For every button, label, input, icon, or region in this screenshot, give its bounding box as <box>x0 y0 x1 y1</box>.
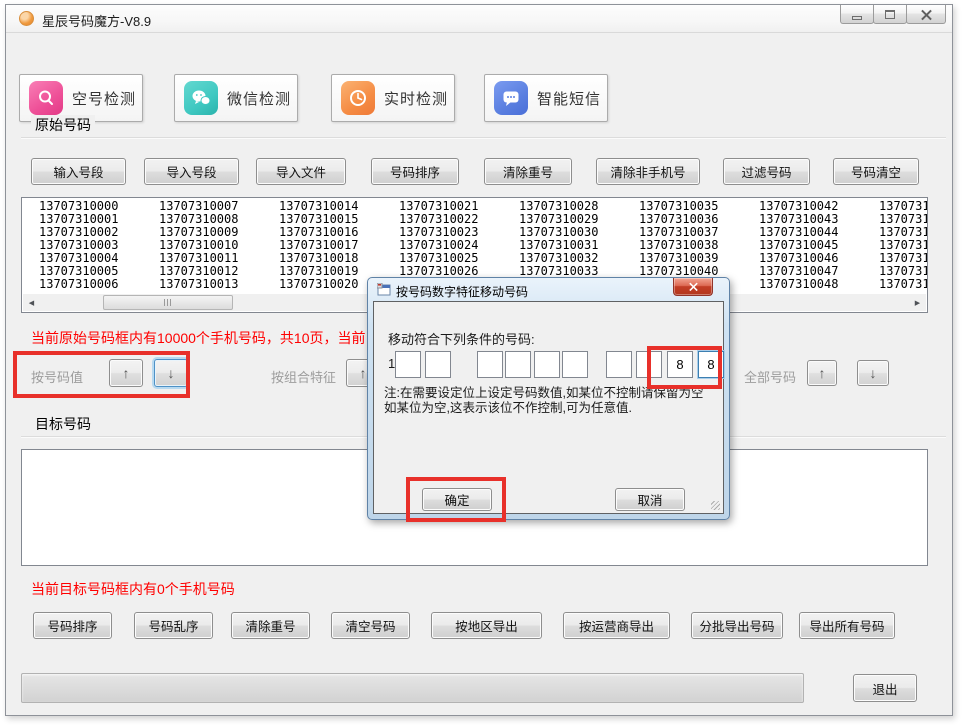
target-dedupe-button[interactable]: 清除重号 <box>231 612 310 639</box>
toolbar-label: 智能短信 <box>537 88 601 109</box>
target-section-title: 目标号码 <box>31 414 95 434</box>
by-number-value-label: 按号码值 <box>31 367 83 386</box>
minimize-button[interactable] <box>840 5 874 24</box>
clear-numbers-button[interactable]: 号码清空 <box>833 158 919 185</box>
by-value-down-button[interactable]: ↓ <box>154 359 188 387</box>
close-button[interactable] <box>906 5 946 24</box>
grip-icon <box>164 299 172 306</box>
phone-number: 13707310048 <box>759 278 879 291</box>
phone-number: 13707310013 <box>159 278 279 291</box>
smart-sms-button[interactable]: 智能短信 <box>484 74 608 122</box>
scrollbar-thumb[interactable] <box>103 295 233 310</box>
sort-numbers-button[interactable]: 号码排序 <box>371 158 459 185</box>
app-logo-icon <box>19 11 34 26</box>
digit-input-6[interactable] <box>534 351 560 378</box>
export-by-region-button[interactable]: 按地区导出 <box>431 612 542 639</box>
exit-button[interactable]: 退出 <box>853 674 917 702</box>
divider <box>21 137 946 138</box>
number-column: 1370731004213707310043137073100441370731… <box>759 200 879 294</box>
number-column: 1370731013707310137073101370731013707310… <box>879 200 927 294</box>
filter-numbers-button[interactable]: 过滤号码 <box>723 158 810 185</box>
digit-input-11[interactable]: 8 <box>698 351 724 378</box>
remove-non-mobile-button[interactable]: 清除非手机号 <box>596 158 700 185</box>
original-section-title: 原始号码 <box>31 115 95 135</box>
sms-bubble-icon <box>494 81 528 115</box>
resize-grip-icon[interactable] <box>711 501 720 510</box>
target-clear-button[interactable]: 清空号码 <box>331 612 410 639</box>
toolbar-label: 空号检测 <box>72 88 136 109</box>
digit-input-10[interactable]: 8 <box>667 351 693 378</box>
toolbar-label: 实时检测 <box>384 88 448 109</box>
wechat-check-button[interactable]: 微信检测 <box>174 74 298 122</box>
number-column: 1370731000013707310001137073100021370731… <box>39 200 159 294</box>
dialog-note: 注:在需要设定位上设定号码数值,如某位不控制请保留为空 如某位为空,这表示该位不… <box>384 386 703 416</box>
digit-input-3[interactable] <box>425 351 451 378</box>
clock-icon <box>341 81 375 115</box>
import-file-button[interactable]: 导入文件 <box>256 158 346 185</box>
dialog-close-button[interactable] <box>673 278 713 296</box>
export-all-button[interactable]: 导出所有号码 <box>799 612 895 639</box>
scroll-left-icon[interactable]: ◀ <box>23 294 40 311</box>
target-sort-button[interactable]: 号码排序 <box>33 612 112 639</box>
title-bar: 星辰号码魔方-V8.9 <box>6 5 952 32</box>
phone-number: 13707310006 <box>39 278 159 291</box>
minimize-icon <box>852 16 862 20</box>
all-down-button[interactable]: ↓ <box>857 360 889 386</box>
import-range-button[interactable]: 导入号段 <box>144 158 239 185</box>
export-by-carrier-button[interactable]: 按运营商导出 <box>563 612 670 639</box>
wechat-icon <box>184 81 218 115</box>
export-batch-button[interactable]: 分批导出号码 <box>691 612 783 639</box>
maximize-button[interactable] <box>873 5 907 24</box>
cancel-button[interactable]: 取消 <box>615 488 685 511</box>
dialog-title: 按号码数字特征移动号码 <box>396 283 528 300</box>
phone-number: 13707310 <box>879 278 927 291</box>
dialog-body: 移动符合下列条件的号码: 1 8 8 注:在需要设定位上设定号码数值,如某位不控… <box>373 301 724 514</box>
close-icon <box>689 282 698 291</box>
scroll-right-icon[interactable]: ▶ <box>909 294 926 311</box>
digit-input-8[interactable] <box>606 351 632 378</box>
note-line-1: 注:在需要设定位上设定号码数值,如某位不控制请保留为空 <box>384 386 703 401</box>
digit-input-7[interactable] <box>562 351 588 378</box>
screenshot-canvas: 星辰号码魔方-V8.9 空号检测 微信检测 <box>0 0 971 725</box>
form-icon <box>377 283 391 296</box>
ok-button[interactable]: 确定 <box>422 488 492 511</box>
by-value-up-button[interactable]: ↑ <box>109 359 143 387</box>
realtime-check-button[interactable]: 实时检测 <box>331 74 455 122</box>
number-column: 1370731000713707310008137073100091370731… <box>159 200 279 294</box>
magnifier-icon <box>29 81 63 115</box>
digit-input-5[interactable] <box>505 351 531 378</box>
close-icon <box>921 9 932 20</box>
digit-input-2[interactable] <box>395 351 421 378</box>
progress-bar <box>21 673 804 703</box>
note-line-2: 如某位为空,这表示该位不作控制,可为任意值. <box>384 401 703 416</box>
caption-buttons <box>841 5 946 24</box>
target-status-text: 当前目标号码框内有0个手机号码 <box>31 579 235 599</box>
digit-input-4[interactable] <box>477 351 503 378</box>
all-numbers-label: 全部号码 <box>744 367 796 386</box>
target-shuffle-button[interactable]: 号码乱序 <box>134 612 213 639</box>
original-status-text: 当前原始号码框内有10000个手机号码，共10页，当前 <box>31 328 366 348</box>
digit-input-9[interactable] <box>636 351 662 378</box>
all-up-button[interactable]: ↑ <box>807 360 837 386</box>
toolbar-label: 微信检测 <box>227 88 291 109</box>
maximize-icon <box>885 10 895 19</box>
move-by-digit-dialog: 按号码数字特征移动号码 移动符合下列条件的号码: 1 8 8 注:在需要设定位上… <box>367 277 730 520</box>
by-pattern-label: 按组合特征 <box>271 367 336 386</box>
input-range-button[interactable]: 输入号段 <box>31 158 126 185</box>
window-title: 星辰号码魔方-V8.9 <box>42 11 151 30</box>
dedupe-button[interactable]: 清除重号 <box>484 158 572 185</box>
dialog-prompt: 移动符合下列条件的号码: <box>388 329 535 348</box>
